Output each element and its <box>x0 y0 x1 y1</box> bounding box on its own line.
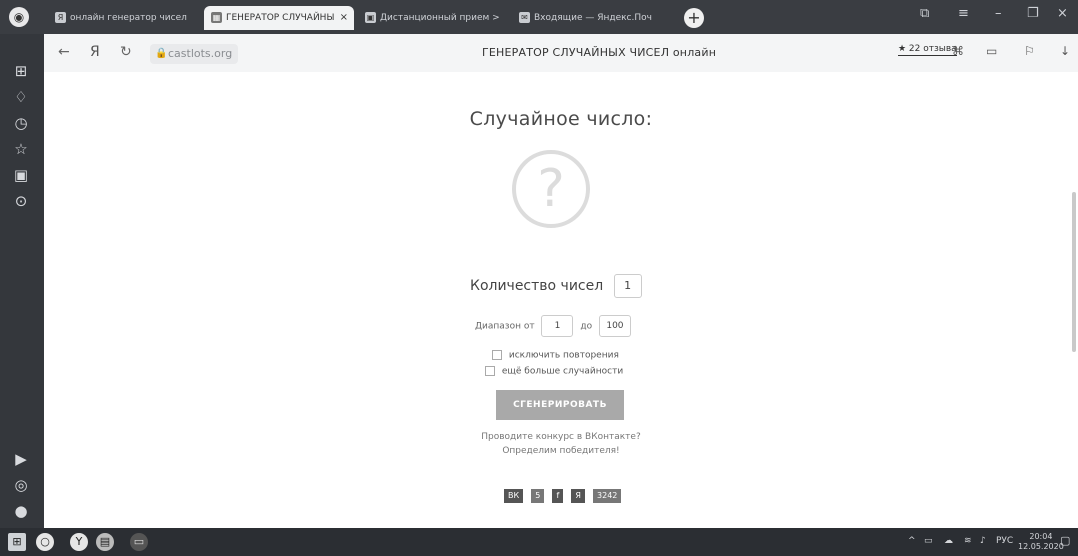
more-random-checkbox[interactable] <box>485 366 495 376</box>
tab-label: Дистанционный прием > <box>380 13 500 23</box>
range-to-input[interactable]: 100 <box>598 315 631 337</box>
start-windows-icon[interactable]: ⊞ <box>8 533 26 551</box>
volume-icon[interactable]: ♪ <box>980 536 986 546</box>
notifications-icon[interactable]: ♢ <box>10 86 32 108</box>
tab-label: Входящие — Яндекс.Поч <box>534 13 652 23</box>
collections-icon[interactable]: ▣ <box>10 164 32 186</box>
back-arrow-icon[interactable]: ← <box>58 44 70 60</box>
range-row: Диапазон от 1 до 100 <box>475 315 635 337</box>
url-field[interactable]: 🔒 castlots.org <box>150 44 239 64</box>
translate-icon[interactable]: ⌘ <box>952 44 964 58</box>
mail-tab-icon: ✉ <box>519 12 530 23</box>
yandex-browser-taskbar-icon[interactable]: Y <box>70 533 88 551</box>
bookmarks-star-icon[interactable]: ☆ <box>10 138 32 160</box>
generate-button[interactable]: СГЕНЕРИРОВАТЬ <box>496 390 624 420</box>
vk-share-button[interactable]: ВК <box>504 488 524 503</box>
clock[interactable]: 20:04 12.05.2020 <box>1018 532 1064 552</box>
explorer-taskbar-icon[interactable]: ▭ <box>130 533 148 551</box>
exclude-repeats-checkbox[interactable] <box>492 350 502 360</box>
promo-line-1: Проводите конкурс в ВКонтакте? <box>481 432 641 442</box>
promo-line-2[interactable]: Определим победителя! <box>44 446 1078 456</box>
close-window-icon[interactable]: × <box>1057 6 1068 21</box>
more-random-option[interactable]: ещё больше случайности <box>485 366 623 377</box>
site-tab-icon: ▦ <box>211 12 222 23</box>
vk-share-count: 5 <box>531 488 545 503</box>
range-from-input[interactable]: 1 <box>541 315 574 337</box>
browser-sidebar: ⊞ ♢ ◷ ☆ ▣ ⊙ ▶ ◎ ● <box>0 34 44 528</box>
yandex-logo-icon[interactable]: Я <box>90 44 100 60</box>
facebook-share-button[interactable]: f <box>552 488 564 503</box>
app-taskbar-icon[interactable]: ▤ <box>96 533 114 551</box>
new-tab-button[interactable]: + <box>684 8 704 28</box>
download-icon[interactable]: ↓ <box>1060 44 1070 58</box>
tab-random-generator[interactable]: ▦ ГЕНЕРАТОР СЛУЧАЙНЫ × <box>204 6 354 30</box>
browser-logo-icon[interactable]: ◉ <box>9 7 29 27</box>
cloud-icon[interactable]: ☁ <box>944 536 953 546</box>
language-indicator[interactable]: РУС <box>996 536 1013 546</box>
network-icon[interactable]: ≋ <box>964 536 972 546</box>
question-icon: ? <box>512 150 590 228</box>
reader-mode-icon[interactable]: ▭ <box>986 44 997 58</box>
tab-label: онлайн генератор чисел <box>70 13 187 23</box>
count-label: Количество чисел <box>470 278 604 294</box>
yandex-tab-icon: Я <box>55 12 66 23</box>
tab-online-generator[interactable]: Я онлайн генератор чисел <box>48 6 200 30</box>
tabs-menu-icon[interactable]: ⧉ <box>920 6 929 21</box>
address-bar: ← Я ↻ 🔒 castlots.org ГЕНЕРАТОР СЛУЧАЙНЫХ… <box>44 34 1078 73</box>
url-text: castlots.org <box>168 47 233 60</box>
camera-icon[interactable]: ◎ <box>10 474 32 496</box>
media-app-icon[interactable]: ▶ <box>10 448 32 470</box>
os-taskbar: ⊞ ○ Y ▤ ▭ ^ ▭ ☁ ≋ ♪ РУС 20:04 12.05.2020… <box>0 528 1078 556</box>
share-buttons: ВК 5 f Я 3242 <box>504 485 624 504</box>
page-title: ГЕНЕРАТОР СЛУЧАЙНЫХ ЧИСЕЛ онлайн <box>482 46 717 59</box>
notifications-center-icon[interactable]: ▢ <box>1060 534 1070 547</box>
apps-grid-icon[interactable]: ⊞ <box>10 60 32 82</box>
bookmark-icon[interactable]: ⚐ <box>1024 44 1035 58</box>
minimize-icon[interactable]: – <box>995 6 1002 21</box>
tab-close-icon[interactable]: × <box>340 6 348 30</box>
page-scrollbar[interactable] <box>1072 192 1076 352</box>
search-icon[interactable]: ○ <box>36 533 54 551</box>
result-heading: Случайное число: <box>469 108 653 130</box>
ok-share-count: 3242 <box>593 488 622 503</box>
lock-icon: 🔒 <box>155 48 168 59</box>
tab-label: ГЕНЕРАТОР СЛУЧАЙНЫ <box>226 13 335 23</box>
clock-date: 12.05.2020 <box>1018 542 1064 551</box>
clock-time: 20:04 <box>1029 532 1053 541</box>
exclude-repeats-option[interactable]: исключить повторения <box>492 350 619 361</box>
menu-icon[interactable]: ≡ <box>958 6 969 21</box>
reload-icon[interactable]: ↻ <box>120 44 132 60</box>
alice-icon[interactable]: ● <box>10 500 32 522</box>
range-to-label: до <box>580 321 593 332</box>
count-input[interactable]: 1 <box>613 274 642 298</box>
exclude-repeats-label: исключить повторения <box>508 350 619 361</box>
ok-share-button[interactable]: Я <box>571 488 585 503</box>
tab-strip: ◉ Я онлайн генератор чисел ▦ ГЕНЕРАТОР С… <box>0 0 1078 34</box>
tab-remote-reception[interactable]: ▣ Дистанционный прием > <box>358 6 508 30</box>
count-row: Количество чисел 1 <box>470 274 642 298</box>
restore-icon[interactable]: ❐ <box>1027 6 1039 21</box>
battery-icon[interactable]: ▭ <box>924 536 933 546</box>
more-random-label: ещё больше случайности <box>501 366 624 377</box>
range-from-label: Диапазон от <box>475 321 535 332</box>
play-icon[interactable]: ⊙ <box>10 190 32 212</box>
tab-yandex-mail[interactable]: ✉ Входящие — Яндекс.Поч <box>512 6 672 30</box>
tray-chevron-icon[interactable]: ^ <box>908 536 916 546</box>
video-tab-icon: ▣ <box>365 12 376 23</box>
reviews-link[interactable]: ★ 22 отзыва <box>898 44 957 56</box>
history-icon[interactable]: ◷ <box>10 112 32 134</box>
page-content: Случайное число: ? Количество чисел 1 Ди… <box>44 72 1078 528</box>
